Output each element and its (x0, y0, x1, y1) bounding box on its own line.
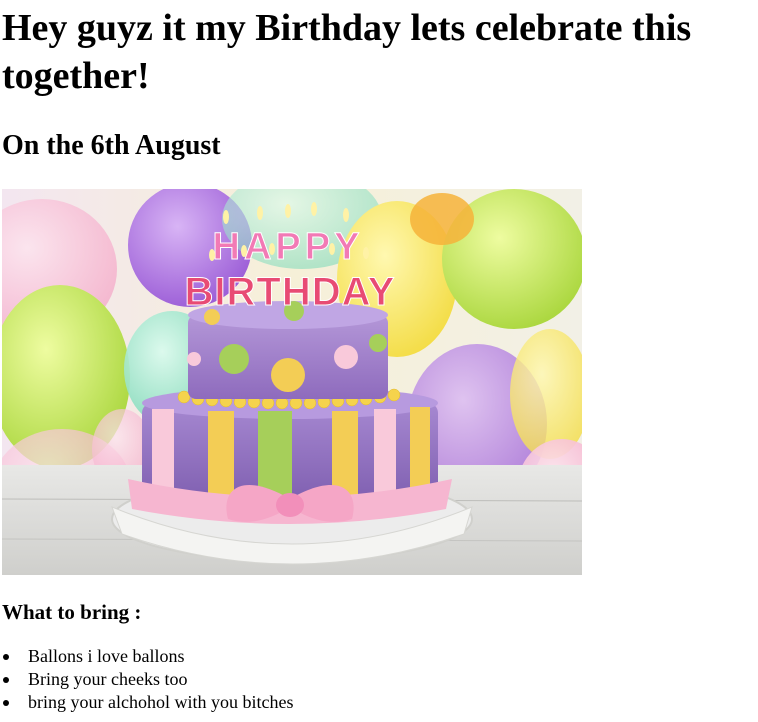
bullet-icon (3, 700, 9, 706)
list-item: bring your alchohol with you bitches (3, 691, 742, 714)
list-item-text: Bring your cheeks too (28, 669, 188, 689)
svg-text:HAPPY: HAPPY (213, 226, 364, 268)
list-item: Ballons i love ballons (3, 645, 742, 668)
date-heading: On the 6th August (2, 130, 221, 161)
page-content: Hey guyz it my Birthday lets celebrate t… (2, 0, 742, 714)
list-item: Bring your cheeks too (3, 668, 742, 691)
cake-topper-happy: HAPPY (212, 226, 364, 269)
page-title: Hey guyz it my Birthday lets celebrate t… (2, 7, 692, 97)
bullet-icon (3, 677, 9, 683)
svg-text:BIRTHDAY: BIRTHDAY (185, 270, 396, 314)
list-item-text: bring your alchohol with you bitches (28, 692, 294, 712)
bring-list: Ballons i love ballons Bring your cheeks… (2, 645, 742, 714)
birthday-cake-image: HAPPY BIRTHDAY (2, 189, 582, 575)
list-item-text: Ballons i love ballons (28, 646, 185, 666)
bring-heading: What to bring : (2, 600, 142, 624)
cake-topper-birthday: BIRTHDAY (184, 270, 396, 315)
bullet-icon (3, 654, 9, 660)
